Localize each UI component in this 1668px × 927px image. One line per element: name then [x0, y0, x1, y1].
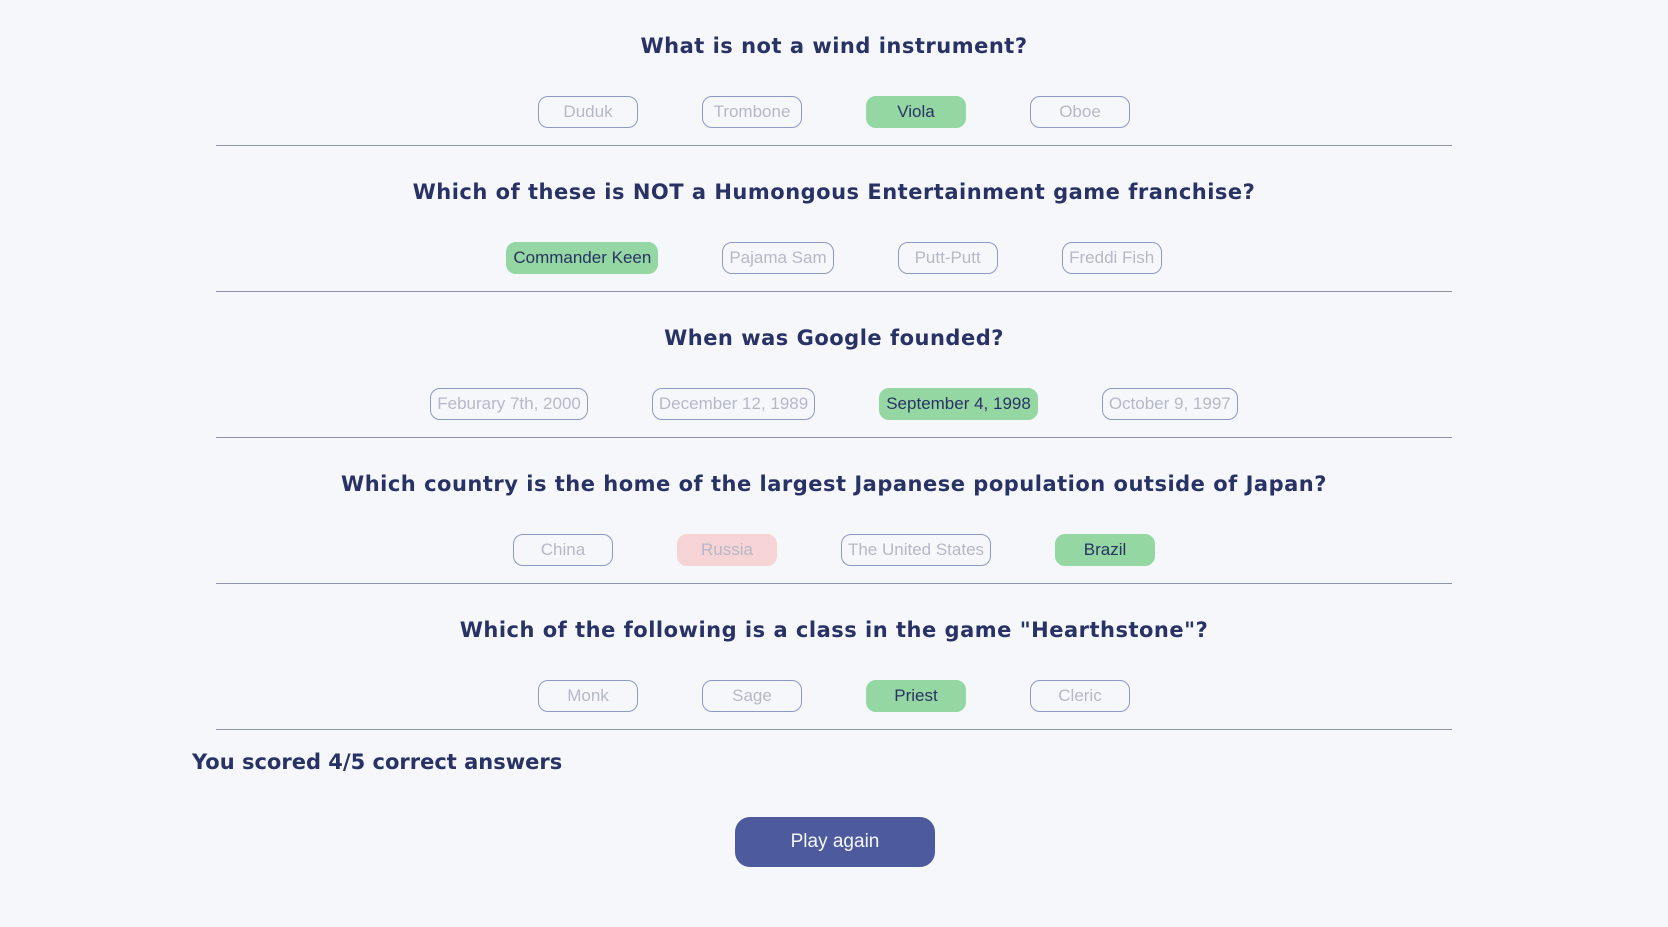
answer-options: China Russia The United States Brazil — [216, 534, 1452, 566]
answer-option[interactable]: Duduk — [538, 96, 638, 128]
answer-options: Duduk Trombone Viola Oboe — [216, 96, 1452, 128]
question-text: Which of these is NOT a Humongous Entert… — [412, 180, 1256, 204]
question-block: When was Google founded? Feburary 7th, 2… — [216, 292, 1452, 438]
question-text: Which country is the home of the largest… — [341, 472, 1327, 496]
answer-option[interactable]: Oboe — [1030, 96, 1130, 128]
play-again-button[interactable]: Play again — [735, 817, 935, 867]
answer-option[interactable]: Feburary 7th, 2000 — [430, 388, 588, 420]
answer-option[interactable]: Viola — [866, 96, 966, 128]
answer-options: Commander Keen Pajama Sam Putt-Putt Fred… — [216, 242, 1452, 274]
answer-option[interactable]: Priest — [866, 680, 966, 712]
answer-option[interactable]: The United States — [840, 534, 992, 566]
answer-option[interactable]: Cleric — [1030, 680, 1130, 712]
question-block: Which of these is NOT a Humongous Entert… — [216, 146, 1452, 292]
question-block: Which of the following is a class in the… — [216, 584, 1452, 730]
answer-option[interactable]: Freddi Fish — [1061, 242, 1162, 274]
answer-option[interactable]: December 12, 1989 — [651, 388, 816, 420]
answer-option[interactable]: Russia — [676, 534, 777, 566]
answer-option[interactable]: China — [512, 534, 613, 566]
question-text: What is not a wind instrument? — [640, 34, 1028, 58]
quiz-container: What is not a wind instrument? Duduk Tro… — [216, 0, 1452, 730]
answer-option[interactable]: Brazil — [1055, 534, 1156, 566]
score-text: You scored 4/5 correct answers — [192, 750, 563, 774]
answer-option[interactable]: Trombone — [702, 96, 802, 128]
answer-option[interactable]: Putt-Putt — [897, 242, 998, 274]
question-block: What is not a wind instrument? Duduk Tro… — [216, 0, 1452, 146]
answer-option[interactable]: Pajama Sam — [722, 242, 834, 274]
answer-option[interactable]: October 9, 1997 — [1101, 388, 1238, 420]
answer-options: Monk Sage Priest Cleric — [216, 680, 1452, 712]
question-block: Which country is the home of the largest… — [216, 438, 1452, 584]
answer-option[interactable]: Sage — [702, 680, 802, 712]
question-text: Which of the following is a class in the… — [459, 618, 1209, 642]
answer-option[interactable]: Monk — [538, 680, 638, 712]
question-text: When was Google founded? — [664, 326, 1004, 350]
answer-options: Feburary 7th, 2000 December 12, 1989 Sep… — [216, 388, 1452, 420]
answer-option[interactable]: September 4, 1998 — [879, 388, 1038, 420]
answer-option[interactable]: Commander Keen — [506, 242, 659, 274]
